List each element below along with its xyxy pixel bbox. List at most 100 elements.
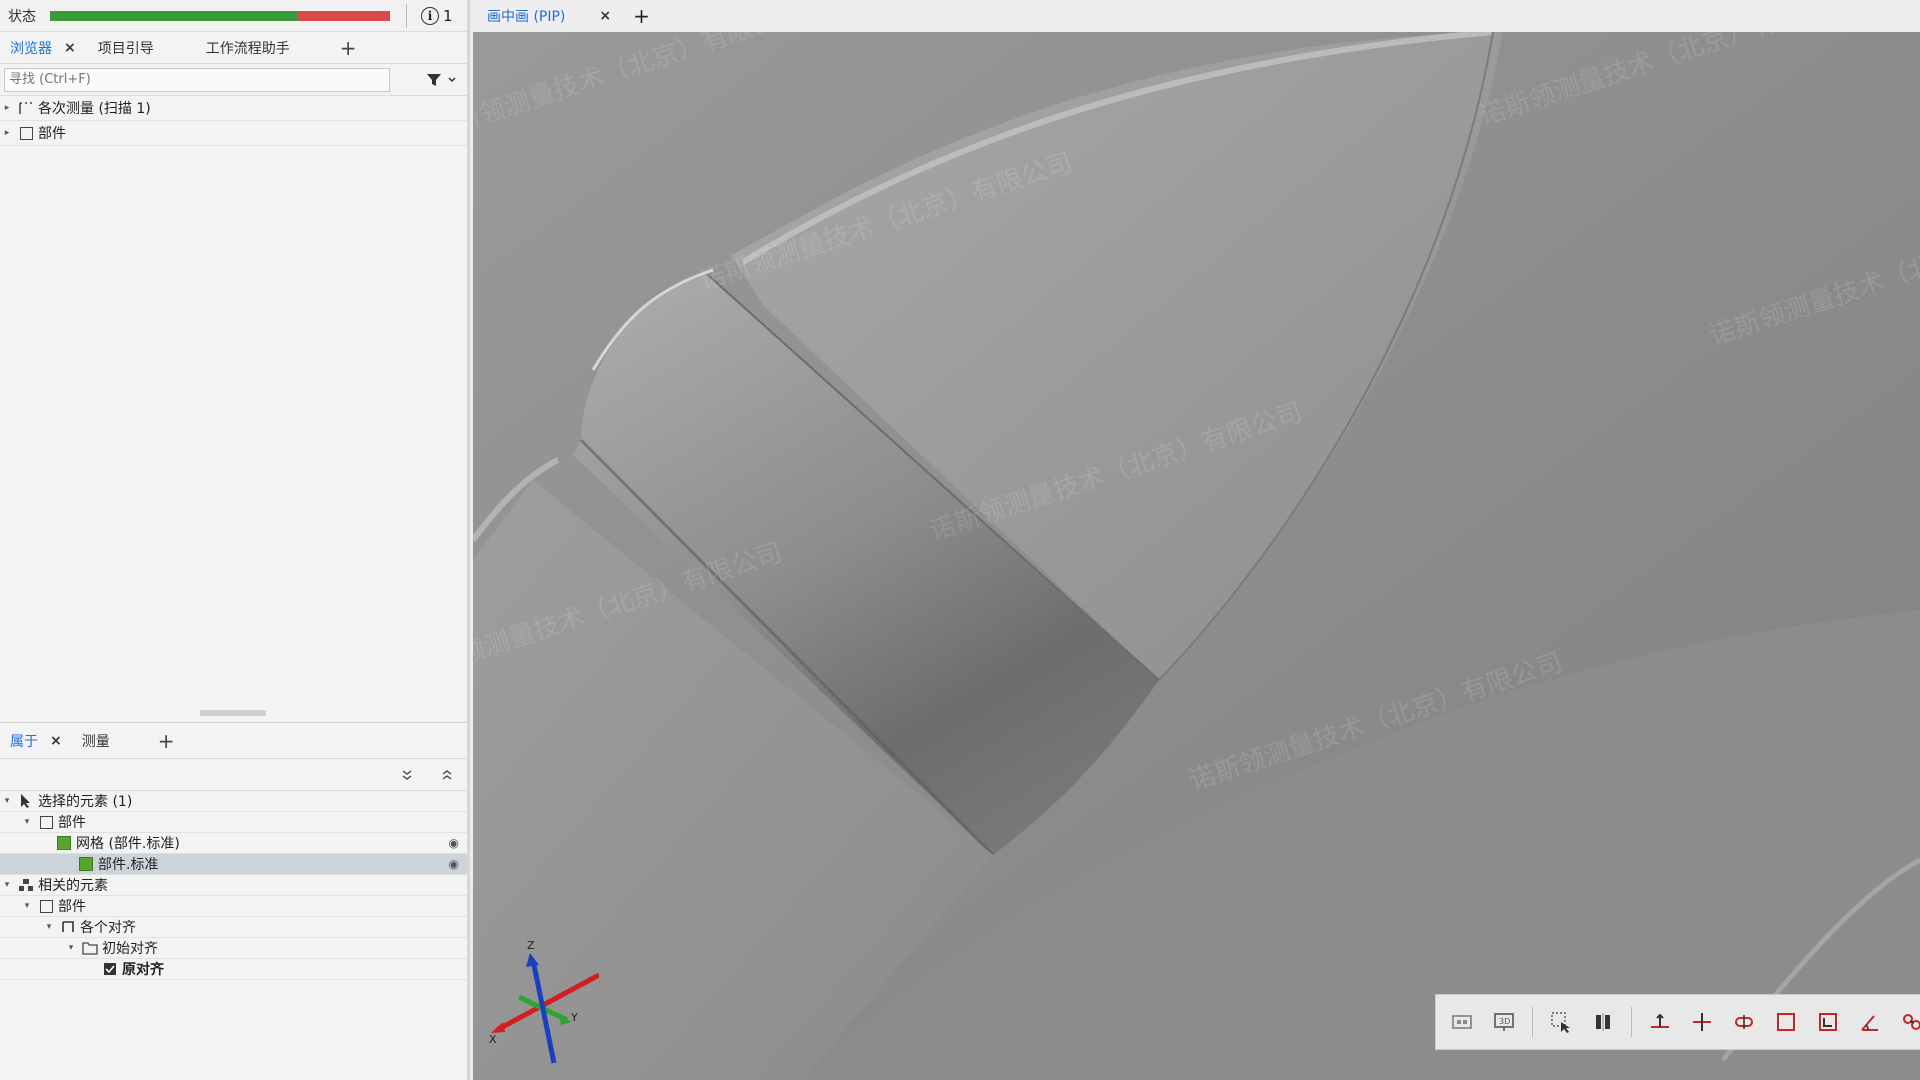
cursor-icon [18,793,34,809]
props-item-label: 初始对齐 [102,941,158,957]
add-tab-icon[interactable]: + [340,36,357,60]
tab-browser[interactable]: 浏览器 × [2,38,84,58]
part-render: 诺斯领测量技术（北京）有限公司 诺斯领测量技术（北京）有限公司 诺斯领测量技术（… [473,0,1920,1080]
tab-workflow-assistant-label: 工作流程助手 [205,40,290,57]
props-item-label: 选择的元素 (1) [38,794,133,810]
props-item-selected-elements[interactable]: ▾ 选择的元素 (1) [0,791,467,812]
align-icon [1651,1013,1669,1028]
tab-browser-label: 浏览器 [10,40,52,57]
tab-browser-close-icon[interactable]: × [64,40,76,56]
screenshot-button[interactable] [1444,1004,1480,1040]
view-toolbar: 3D [1435,994,1920,1050]
slot-button[interactable] [1726,1004,1762,1040]
props-item-related-part[interactable]: ▾ 部件 [0,896,467,917]
add-tab-icon[interactable]: + [158,729,175,753]
tab-pip-label: 画中画 (PIP) [487,9,566,25]
expand-caret-icon[interactable]: ▾ [20,901,34,911]
tree-item-label: 部件 [38,126,66,142]
mesh-icon [78,856,94,872]
expand-caret-icon[interactable]: ▸ [0,128,14,138]
x-label: X [489,1033,497,1046]
tree-item-measurements[interactable]: ▸ 各次测量 (扫描 1) [0,96,467,121]
projector-icon: 3D [1494,1013,1514,1031]
tab-project-guide[interactable]: 项目引导 [90,38,162,58]
x-axis-arrow [491,1022,505,1033]
props-item-alignments[interactable]: ▾ 各个对齐 [0,917,467,938]
chain-button[interactable] [1894,1004,1920,1040]
props-item-label: 部件.标准 [98,857,159,873]
part-icon [38,814,54,830]
expand-caret-icon[interactable]: ▾ [42,922,56,932]
point-button[interactable] [1684,1004,1720,1040]
tab-belongs[interactable]: 属于 × [2,731,70,751]
split-button[interactable] [1585,1004,1621,1040]
add-view-tab-icon[interactable]: + [633,4,650,28]
select-box-icon [1551,1012,1570,1033]
tab-pip[interactable]: 画中画 (PIP) × [483,6,615,26]
expand-caret-icon[interactable]: ▾ [0,796,14,806]
tab-belongs-close-icon[interactable]: × [50,733,62,749]
props-tabs: 属于 × 测量 + [0,723,467,759]
search-input[interactable] [4,67,390,92]
visibility-eye-icon[interactable]: ◉ [449,836,459,850]
visibility-eye-icon[interactable]: ◉ [449,857,459,871]
align-button[interactable] [1642,1004,1678,1040]
frame-icon [1819,1013,1837,1031]
props-item-mesh[interactable]: 网格 (部件.标准) ◉ [0,833,467,854]
rectangle-button[interactable] [1768,1004,1804,1040]
view-tabs: 画中画 (PIP) × + [473,0,1920,32]
expand-caret-icon[interactable]: ▾ [64,943,78,953]
props-item-original-alignment[interactable]: 原对齐 [0,959,467,980]
tab-measure[interactable]: 测量 [74,731,118,751]
status-progress-bar [50,10,390,21]
tab-belongs-label: 属于 [10,733,38,750]
original-alignment-icon [102,961,118,977]
slot-icon [1735,1015,1753,1029]
tab-pip-close-icon[interactable]: × [599,8,611,24]
expand-caret-icon[interactable]: ▾ [20,817,34,827]
select-box-button[interactable] [1543,1004,1579,1040]
expand-caret-icon[interactable]: ▸ [0,103,14,113]
point-icon [1693,1013,1711,1031]
props-item-related-elements[interactable]: ▾ 相关的元素 [0,875,467,896]
folder-icon [82,940,98,956]
screenshot-icon [1452,1015,1472,1029]
props-item-label: 相关的元素 [38,878,108,894]
expand-all-icon[interactable] [441,769,453,781]
hierarchy-icon [18,877,34,893]
props-item-part-standard[interactable]: 部件.标准 ◉ [0,854,467,875]
part-icon [38,898,54,914]
frame-button[interactable] [1810,1004,1846,1040]
y-label: Y [570,1011,578,1024]
tab-workflow-assistant[interactable]: 工作流程助手 [198,38,298,58]
props-item-initial-alignment[interactable]: ▾ 初始对齐 [0,938,467,959]
properties-panel: 属于 × 测量 + ▾ 选择的元素 (1) ▾ 部件 网格 (部件.标准) ◉ [0,722,467,1080]
status-bar: 状态 i 1 [0,0,467,32]
left-tabs: 浏览器 × 项目引导 工作流程助手 + [0,32,467,64]
rectangle-icon [1777,1013,1795,1031]
props-item-label: 网格 (部件.标准) [76,836,180,852]
status-progress-good [50,10,299,21]
filter-button[interactable] [426,73,456,87]
3d-viewport[interactable]: 画中画 (PIP) × + 诺斯领测量技术（北京）有限公司 诺斯领测量技术（北京… [473,0,1920,1080]
collapse-controls [0,759,467,791]
status-separator [406,3,407,28]
status-label: 状态 [8,8,36,25]
chevron-down-icon [448,76,456,82]
info-count: 1 [443,6,453,25]
status-progress-bad [298,10,390,21]
z-label: Z [527,939,535,952]
panel-splitter[interactable] [200,710,266,716]
tree-item-label: 各次测量 (扫描 1) [38,101,151,117]
expand-caret-icon[interactable]: ▾ [0,880,14,890]
props-item-part[interactable]: ▾ 部件 [0,812,467,833]
angle-button[interactable] [1852,1004,1888,1040]
chain-icon [1903,1014,1920,1030]
tree-item-part[interactable]: ▸ 部件 [0,121,467,146]
info-indicator[interactable]: i 1 [421,6,453,25]
collapse-all-icon[interactable] [401,769,413,781]
toolbar-separator [1532,1007,1533,1037]
projector-button[interactable]: 3D [1486,1004,1522,1040]
axis-triad: Z X Y [489,939,599,1064]
scan-icon [18,100,34,116]
